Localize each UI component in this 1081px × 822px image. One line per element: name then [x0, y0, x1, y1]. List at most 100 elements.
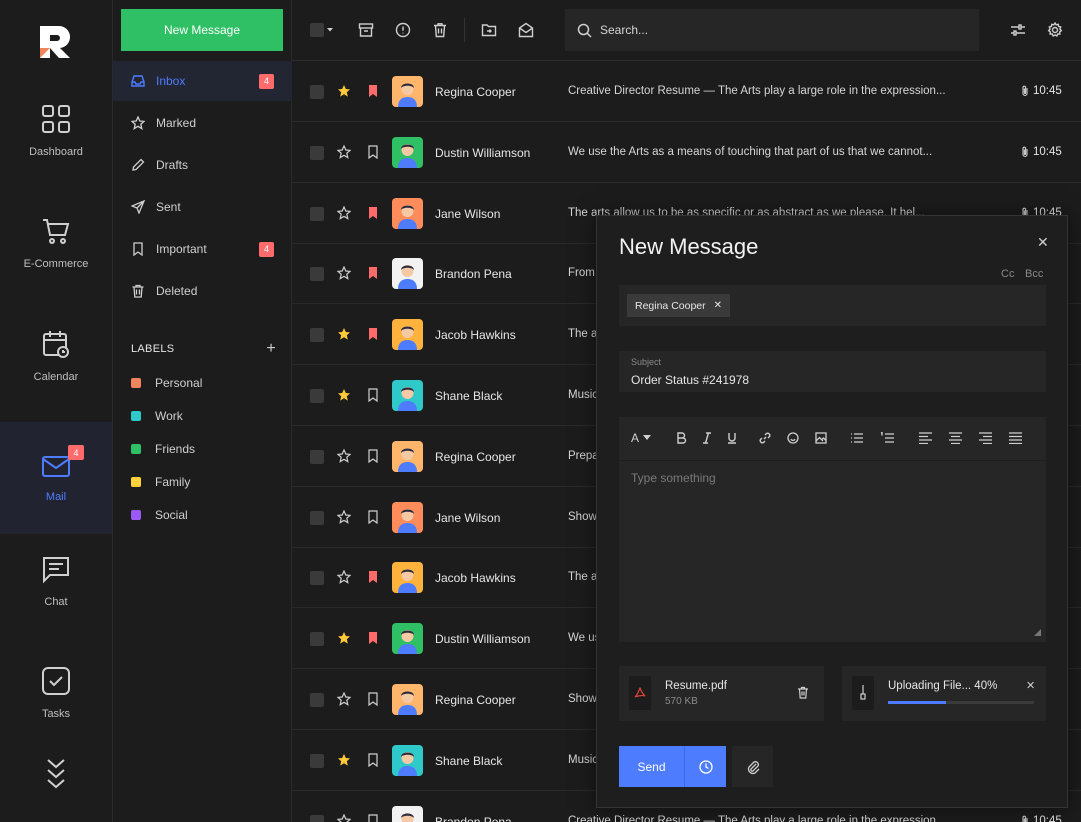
star-filled-icon[interactable]: [337, 84, 351, 98]
add-label-icon[interactable]: +: [266, 341, 276, 357]
cc-link[interactable]: Cc: [1001, 268, 1014, 280]
bookmark-icon[interactable]: [367, 145, 379, 159]
archive-icon[interactable]: [358, 22, 374, 38]
row-checkbox[interactable]: [310, 267, 324, 282]
folder-marked[interactable]: Marked: [113, 103, 292, 143]
bookmark-icon[interactable]: [367, 449, 379, 463]
star-icon[interactable]: [337, 144, 351, 159]
close-icon[interactable]: ✕: [1037, 234, 1049, 251]
row-checkbox[interactable]: [310, 693, 324, 707]
row-checkbox[interactable]: [310, 389, 324, 403]
folder-inbox[interactable]: Inbox 4: [113, 61, 292, 101]
folder-deleted[interactable]: Deleted: [113, 271, 292, 311]
star-icon[interactable]: [337, 509, 351, 524]
row-checkbox[interactable]: [310, 206, 324, 221]
label-work[interactable]: Work: [131, 409, 183, 423]
chevrons-down-icon[interactable]: [44, 758, 68, 792]
underline-icon[interactable]: [726, 432, 738, 444]
emoji-icon[interactable]: [787, 432, 799, 444]
star-icon[interactable]: [337, 448, 351, 463]
bookmark-filled-icon[interactable]: [367, 570, 379, 584]
recipient-field[interactable]: Regina Cooper ✕: [619, 285, 1046, 326]
align-justify-icon[interactable]: [1009, 432, 1022, 444]
move-to-folder-icon[interactable]: [481, 22, 497, 38]
message-body-editor[interactable]: A Type something: [619, 417, 1046, 642]
bookmark-icon[interactable]: [367, 753, 379, 767]
star-filled-icon[interactable]: [337, 753, 351, 767]
row-checkbox[interactable]: [310, 449, 324, 464]
trash-icon[interactable]: [432, 22, 448, 38]
numbered-list-icon[interactable]: [880, 432, 894, 444]
label-personal[interactable]: Personal: [131, 376, 202, 390]
bcc-link[interactable]: Bcc: [1025, 268, 1043, 280]
cancel-upload-icon[interactable]: ✕: [1026, 679, 1035, 692]
mark-read-icon[interactable]: [518, 22, 534, 38]
folder-sent[interactable]: Sent: [113, 187, 292, 227]
bookmark-filled-icon[interactable]: [367, 631, 379, 645]
row-checkbox[interactable]: [310, 328, 324, 343]
select-all-dropdown[interactable]: [310, 22, 334, 38]
label-family[interactable]: Family: [131, 475, 190, 489]
rail-item-calendar[interactable]: Calendar: [0, 300, 112, 412]
send-button[interactable]: Send: [619, 746, 684, 787]
image-icon[interactable]: [815, 432, 827, 444]
bookmark-icon[interactable]: [367, 509, 379, 524]
star-filled-icon[interactable]: [337, 327, 351, 341]
bookmark-icon[interactable]: [367, 692, 379, 706]
search-bar[interactable]: [565, 9, 979, 51]
bookmark-icon[interactable]: [367, 388, 379, 402]
attach-file-button[interactable]: [732, 746, 773, 787]
rail-item-chat[interactable]: Chat: [0, 525, 112, 637]
link-icon[interactable]: [759, 432, 771, 444]
gear-icon[interactable]: [1047, 22, 1063, 38]
bookmark-filled-icon[interactable]: [367, 327, 379, 341]
row-checkbox[interactable]: [310, 85, 324, 99]
row-checkbox[interactable]: [310, 814, 324, 822]
row-checkbox[interactable]: [310, 145, 324, 160]
subject-field[interactable]: Subject Order Status #241978: [619, 351, 1046, 392]
star-filled-icon[interactable]: [337, 631, 351, 645]
label-friends[interactable]: Friends: [131, 442, 195, 456]
italic-icon[interactable]: [701, 432, 713, 444]
folder-important[interactable]: Important 4: [113, 229, 292, 269]
row-checkbox[interactable]: [310, 632, 324, 647]
schedule-send-button[interactable]: [684, 746, 726, 787]
row-checkbox[interactable]: [310, 571, 324, 586]
app-logo[interactable]: [38, 24, 74, 60]
new-message-button[interactable]: New Message: [121, 9, 283, 51]
bookmark-filled-icon[interactable]: [367, 84, 379, 98]
filter-sliders-icon[interactable]: [1010, 22, 1026, 38]
bold-icon[interactable]: [675, 432, 687, 444]
star-icon[interactable]: [337, 205, 351, 220]
folder-drafts[interactable]: Drafts: [113, 145, 292, 185]
rail-item-dashboard[interactable]: Dashboard: [0, 75, 112, 187]
star-icon[interactable]: [337, 570, 351, 585]
star-icon[interactable]: [337, 266, 351, 281]
bookmark-filled-icon[interactable]: [367, 206, 379, 220]
label-social[interactable]: Social: [131, 508, 188, 522]
message-row[interactable]: Regina Cooper Creative Director Resume — …: [292, 61, 1081, 122]
search-input[interactable]: [600, 23, 960, 37]
row-checkbox[interactable]: [310, 753, 324, 768]
remove-recipient-icon[interactable]: ✕: [714, 300, 722, 311]
star-icon[interactable]: [337, 813, 351, 822]
bookmark-filled-icon[interactable]: [367, 266, 379, 280]
rail-item-e-commerce[interactable]: E-Commerce: [0, 187, 112, 299]
rail-item-tasks[interactable]: Tasks: [0, 637, 112, 749]
message-row[interactable]: Dustin Williamson We use the Arts as a me…: [292, 122, 1081, 183]
row-checkbox[interactable]: [310, 510, 324, 525]
star-icon[interactable]: [337, 692, 351, 706]
spam-icon[interactable]: [395, 22, 411, 38]
bookmark-icon: [131, 242, 145, 256]
align-right-icon[interactable]: [979, 432, 992, 444]
rail-item-mail[interactable]: Mail 4: [0, 422, 112, 534]
bullet-list-icon[interactable]: [850, 432, 863, 444]
bookmark-icon[interactable]: [367, 813, 379, 822]
star-filled-icon[interactable]: [337, 388, 351, 402]
resize-handle-icon[interactable]: [1034, 629, 1041, 636]
sender-name: Jacob Hawkins: [435, 571, 516, 586]
trash-icon[interactable]: [797, 686, 809, 699]
align-left-icon[interactable]: [919, 432, 932, 444]
align-center-icon[interactable]: [949, 432, 962, 444]
font-dropdown[interactable]: A: [631, 431, 652, 445]
